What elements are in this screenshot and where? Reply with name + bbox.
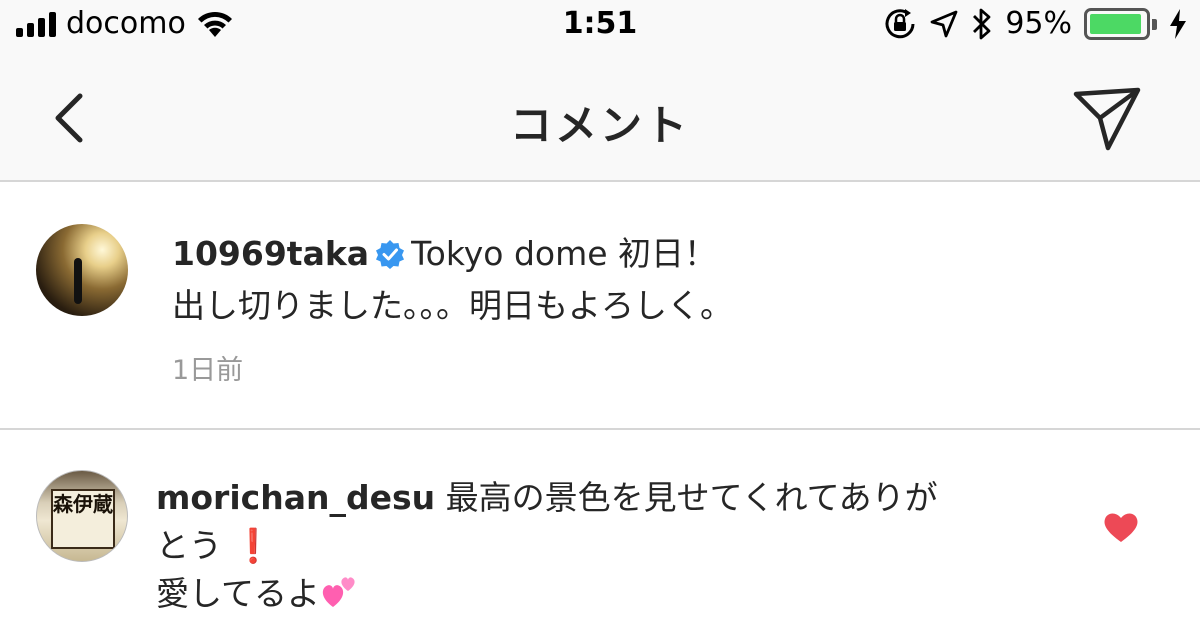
battery-icon bbox=[1084, 7, 1157, 40]
exclamation-emoji-icon: ❗ bbox=[232, 526, 274, 565]
status-right: 95% bbox=[883, 6, 1188, 41]
post-caption: 10969taka Tokyo dome 初日！ 出し切りました。。。明日もよろ… bbox=[0, 182, 1200, 430]
avatar[interactable]: 森伊蔵 bbox=[36, 470, 128, 562]
paper-plane-icon[interactable] bbox=[1070, 82, 1144, 156]
comment-line-1: 最高の景色を見せてくれてありが bbox=[445, 478, 938, 517]
caption-text: 10969taka Tokyo dome 初日！ 出し切りました。。。明日もよろ… bbox=[172, 228, 1132, 332]
two-hearts-emoji-icon bbox=[322, 577, 355, 607]
comment-line-3: 愛してるよ bbox=[156, 574, 321, 613]
caption-line-2: 出し切りました。。。明日もよろしく。 bbox=[172, 286, 733, 325]
avatar-bottle-label: 森伊蔵 bbox=[51, 489, 115, 549]
comment-text: morichan_desu 最高の景色を見せてくれてありが とう ❗ 愛してるよ bbox=[156, 474, 1056, 618]
battery-percent: 95% bbox=[1005, 6, 1072, 41]
verified-badge-icon bbox=[376, 240, 405, 269]
page-title: コメント bbox=[509, 101, 690, 150]
charging-bolt-icon bbox=[1170, 8, 1186, 39]
caption-timestamp: 1日前 bbox=[172, 355, 244, 386]
comment-line-2: とう bbox=[156, 526, 222, 565]
caption-username[interactable]: 10969taka bbox=[172, 234, 369, 273]
heart-like-icon[interactable] bbox=[1102, 510, 1140, 544]
caption-line-1: Tokyo dome 初日！ bbox=[411, 234, 718, 273]
comment-username[interactable]: morichan_desu bbox=[156, 478, 435, 517]
battery-level-fill bbox=[1090, 13, 1142, 34]
rotation-lock-icon bbox=[885, 8, 915, 38]
bluetooth-icon bbox=[973, 8, 991, 39]
location-arrow-icon bbox=[930, 10, 958, 37]
avatar[interactable] bbox=[36, 224, 128, 316]
nav-bar: コメント bbox=[0, 52, 1200, 182]
status-bar: docomo 1:51 95% bbox=[0, 0, 1200, 52]
comment-row: 森伊蔵 morichan_desu 最高の景色を見せてくれてありが とう ❗ 愛… bbox=[0, 430, 1200, 640]
